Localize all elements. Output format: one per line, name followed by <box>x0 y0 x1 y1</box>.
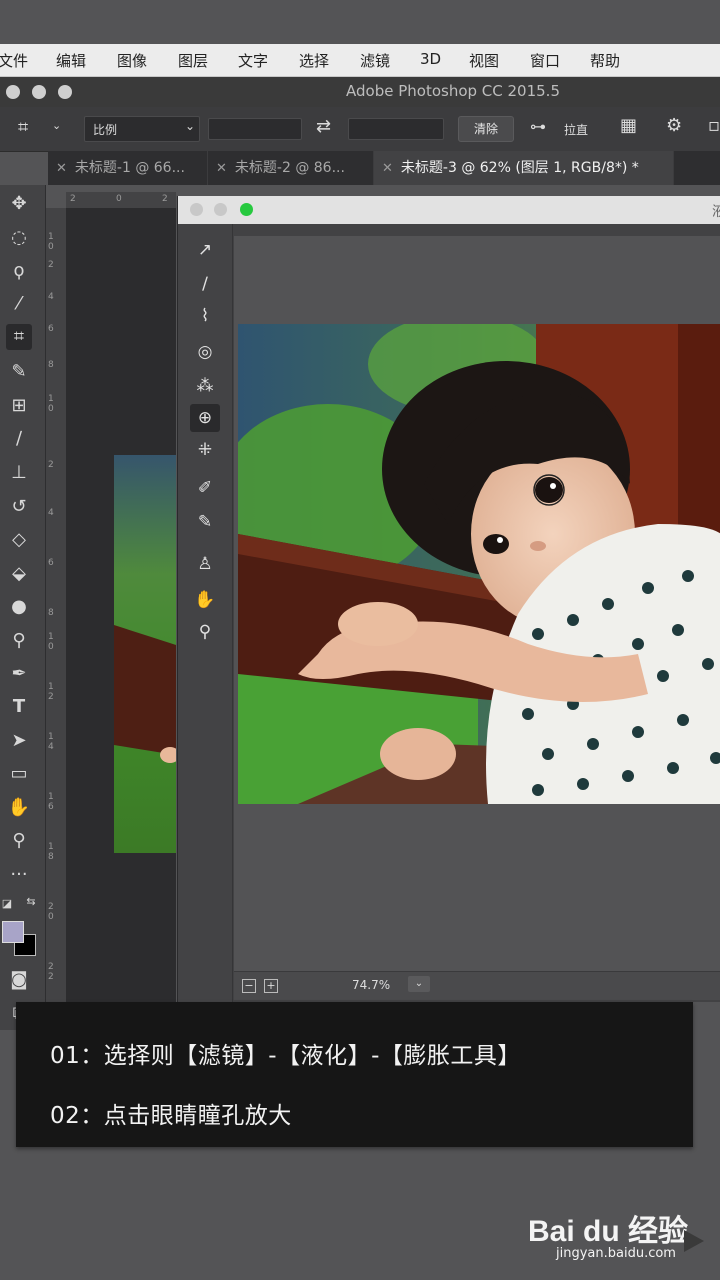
history-brush-icon[interactable]: ↺ <box>6 494 32 520</box>
bloat-icon[interactable]: ⊕ <box>190 404 220 432</box>
tab-untitled-2[interactable]: ✕ 未标题-2 @ 86... <box>208 151 374 185</box>
zoom-in-button[interactable]: + <box>264 979 278 993</box>
liquify-dialog: 液 ↗ ∕ ⌇ ◎ ⁂ ⊕ ⁜ ✐ ✎ ♙ ✋ ⚲ − + 74.7% ⌄ <box>177 196 720 1002</box>
path-select-icon[interactable]: ➤ <box>6 728 32 754</box>
quick-mask-icon[interactable]: ◙ <box>6 967 32 993</box>
liquify-title: 液 <box>712 204 720 220</box>
document-tabs: ✕ 未标题-1 @ 66... ✕ 未标题-2 @ 86... ✕ 未标题-3 @ 6… <box>48 151 720 185</box>
healing-brush-icon[interactable]: ⊞ <box>6 393 32 419</box>
liquify-tools-panel: ↗ ∕ ⌇ ◎ ⁂ ⊕ ⁜ ✐ ✎ ♙ ✋ ⚲ <box>178 224 233 1002</box>
close-icon[interactable]: ✕ <box>216 161 227 176</box>
menu-view[interactable]: 视图 <box>469 50 499 71</box>
menu-file[interactable]: 文件 <box>0 50 28 71</box>
watermark-brand: Bai du 经验 <box>528 1215 689 1248</box>
thaw-mask-icon[interactable]: ✎ <box>190 508 220 536</box>
more-icon[interactable]: ··· <box>6 862 32 888</box>
close-icon[interactable]: ✕ <box>382 161 393 176</box>
menu-image[interactable]: 图像 <box>117 50 147 71</box>
brush-icon[interactable]: ∕ <box>6 426 32 452</box>
move-icon[interactable]: ✥ <box>6 191 32 217</box>
menu-3d[interactable]: 3D <box>420 50 441 68</box>
chevron-down-icon[interactable]: ⌄ <box>52 119 61 132</box>
app-title: Adobe Photoshop CC 2015.5 <box>346 82 560 100</box>
smooth-icon[interactable]: ⌇ <box>190 302 220 330</box>
twirl-icon[interactable]: ◎ <box>190 338 220 366</box>
freeze-mask-icon[interactable]: ✐ <box>190 474 220 502</box>
liquify-title-bar: 液 <box>178 196 720 224</box>
tab-untitled-1[interactable]: ✕ 未标题-1 @ 66... <box>48 151 208 185</box>
liquify-zoom-bar: − + 74.7% ⌄ <box>234 971 720 1000</box>
delete-cropped-icon[interactable]: ▫ <box>708 115 720 136</box>
menu-select[interactable]: 选择 <box>299 50 329 71</box>
type-icon[interactable]: T <box>6 694 32 720</box>
zoom-out-button[interactable]: − <box>242 979 256 993</box>
menu-filter[interactable]: 滤镜 <box>360 50 390 71</box>
close-window-button[interactable] <box>6 85 20 99</box>
menu-type[interactable]: 文字 <box>238 50 268 71</box>
minimize-dialog-button[interactable] <box>214 203 227 216</box>
forward-warp-icon[interactable]: ↗ <box>190 236 220 264</box>
grid-overlay-icon[interactable]: ▦ <box>620 115 637 136</box>
caption-step-2: 02：点击眼睛瞳孔放大 <box>50 1103 292 1129</box>
ratio-height-input[interactable] <box>348 118 444 140</box>
lasso-icon[interactable]: ϙ <box>6 258 32 284</box>
default-colors-icon[interactable]: ◪ <box>0 897 14 911</box>
eyedropper-icon[interactable]: ✎ <box>6 359 32 385</box>
hand-icon[interactable]: ✋ <box>190 586 220 614</box>
foreground-color-swatch[interactable] <box>2 921 24 943</box>
hand-icon[interactable]: ✋ <box>6 795 32 821</box>
magic-wand-icon[interactable]: ⁄ <box>6 291 32 317</box>
menu-layer[interactable]: 图层 <box>178 50 208 71</box>
preview-photo[interactable] <box>238 324 720 804</box>
paint-bucket-icon[interactable]: ⬙ <box>6 561 32 587</box>
close-dialog-button[interactable] <box>190 203 203 216</box>
zoom-level[interactable]: 74.7% <box>352 978 390 992</box>
zoom-icon[interactable]: ⚲ <box>190 618 220 646</box>
crop-ratio-select[interactable]: 比例 ⌄ <box>84 116 200 142</box>
zoom-window-button[interactable] <box>58 85 72 99</box>
zoom-icon[interactable]: ⚲ <box>6 828 32 854</box>
baidu-jingyan-watermark: Bai du 经验 jingyan.baidu.com <box>524 1200 720 1270</box>
horizontal-ruler: 2 0 2 <box>66 192 176 208</box>
ratio-width-input[interactable] <box>208 118 302 140</box>
blur-icon[interactable]: ● <box>6 594 32 620</box>
options-bar: ⌗ ⌄ 比例 ⌄ ⇄ 清除 ⊶ 拉直 ▦ ⚙ ▫ <box>0 107 720 152</box>
canvas-image[interactable] <box>114 455 176 853</box>
dodge-icon[interactable]: ⚲ <box>6 628 32 654</box>
menu-bar: 文件 编辑 图像 图层 文字 选择 滤镜 3D 视图 窗口 帮助 <box>0 44 720 77</box>
clear-button[interactable]: 清除 <box>458 116 514 142</box>
zoom-dropdown[interactable]: ⌄ <box>408 976 430 992</box>
tab-untitled-3[interactable]: ✕ 未标题-3 @ 62% (图层 1, RGB/8*) * <box>374 151 674 185</box>
straighten-icon[interactable]: ⊶ <box>530 117 546 136</box>
play-icon <box>684 1230 704 1252</box>
swap-icon[interactable]: ⇄ <box>316 116 331 137</box>
push-left-icon[interactable]: ⁜ <box>190 436 220 464</box>
menu-help[interactable]: 帮助 <box>590 50 620 71</box>
marquee-icon[interactable]: ◌ <box>6 225 32 251</box>
face-tool-icon[interactable]: ♙ <box>190 550 220 578</box>
straighten-label[interactable]: 拉直 <box>564 121 588 138</box>
watermark-url: jingyan.baidu.com <box>556 1246 676 1261</box>
tutorial-caption: 01：选择则【滤镜】-【液化】-【膨胀工具】 02：点击眼睛瞳孔放大 <box>16 1002 693 1147</box>
close-icon[interactable]: ✕ <box>56 161 67 176</box>
caption-step-1: 01：选择则【滤镜】-【液化】-【膨胀工具】 <box>50 1043 521 1069</box>
minimize-window-button[interactable] <box>32 85 46 99</box>
menu-edit[interactable]: 编辑 <box>56 50 86 71</box>
app-title-bar: Adobe Photoshop CC 2015.5 <box>0 77 720 107</box>
eraser-icon[interactable]: ◇ <box>6 527 32 553</box>
swap-colors-icon[interactable]: ⇆ <box>24 895 38 909</box>
pen-icon[interactable]: ✒ <box>6 661 32 687</box>
crop-tool-preset-icon[interactable]: ⌗ <box>18 117 28 138</box>
chevron-down-icon: ⌄ <box>185 119 196 133</box>
stamp-icon[interactable]: ⊥ <box>6 460 32 486</box>
zoom-dialog-button[interactable] <box>240 203 253 216</box>
tools-panel: ✥ ◌ ϙ ⁄ ⌗ ✎ ⊞ ∕ ⊥ ↺ ◇ ⬙ ● ⚲ ✒ T ➤ ▭ ✋ ⚲ … <box>0 185 46 1030</box>
vertical-ruler: 1 0 2 4 6 8 1 0 2 4 6 8 1 0 1 2 1 4 1 6 … <box>46 208 66 1008</box>
crop-icon[interactable]: ⌗ <box>6 324 32 350</box>
rectangle-icon[interactable]: ▭ <box>6 761 32 787</box>
reconstruct-icon[interactable]: ∕ <box>190 270 220 298</box>
menu-window[interactable]: 窗口 <box>530 50 560 71</box>
gear-icon[interactable]: ⚙ <box>666 115 682 136</box>
pucker-icon[interactable]: ⁂ <box>190 372 220 400</box>
